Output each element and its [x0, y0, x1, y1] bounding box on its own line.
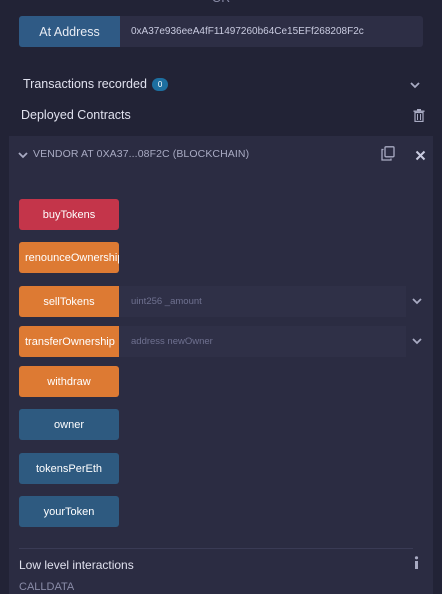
- tokens-per-eth-button[interactable]: tokensPerEth: [19, 453, 119, 484]
- instance-title: VENDOR AT 0XA37...08F2C (BLOCKCHAIN): [33, 148, 250, 160]
- owner-button[interactable]: owner: [19, 409, 119, 440]
- trash-icon[interactable]: [413, 109, 425, 127]
- section-heading-cut: OR: [212, 0, 230, 5]
- info-icon[interactable]: [413, 556, 420, 574]
- sell-tokens-button[interactable]: sellTokens: [19, 286, 119, 317]
- transactions-recorded-row[interactable]: Transactions recorded 0: [23, 77, 169, 91]
- calldata-label: CALLDATA: [19, 581, 75, 593]
- chevron-down-icon[interactable]: [408, 78, 422, 97]
- close-icon[interactable]: [415, 148, 426, 166]
- low-level-interactions-label: Low level interactions: [19, 558, 134, 572]
- sell-tokens-amount-input[interactable]: uint256 _amount: [119, 286, 406, 317]
- copy-icon[interactable]: [381, 146, 395, 166]
- transfer-ownership-button[interactable]: transferOwnership: [19, 326, 119, 357]
- at-address-button[interactable]: At Address: [19, 16, 120, 47]
- buy-tokens-button[interactable]: buyTokens: [19, 199, 119, 230]
- transactions-recorded-label: Transactions recorded: [23, 77, 147, 91]
- transfer-ownership-address-input[interactable]: address newOwner: [119, 326, 406, 357]
- at-address-input[interactable]: 0xA37e936eeA4fF11497260b64Ce15EFf268208F…: [120, 16, 423, 47]
- transfer-ownership-expand-chevron-icon[interactable]: [410, 334, 424, 348]
- your-token-button[interactable]: yourToken: [19, 496, 119, 527]
- withdraw-button[interactable]: withdraw: [19, 366, 119, 397]
- sell-tokens-expand-chevron-icon[interactable]: [410, 294, 424, 308]
- deployed-contracts-label: Deployed Contracts: [21, 108, 131, 122]
- divider: [19, 548, 413, 549]
- renounce-ownership-button[interactable]: renounceOwnership: [19, 242, 119, 273]
- transactions-count-badge: 0: [151, 77, 169, 91]
- instance-collapse-chevron-icon[interactable]: [16, 148, 30, 167]
